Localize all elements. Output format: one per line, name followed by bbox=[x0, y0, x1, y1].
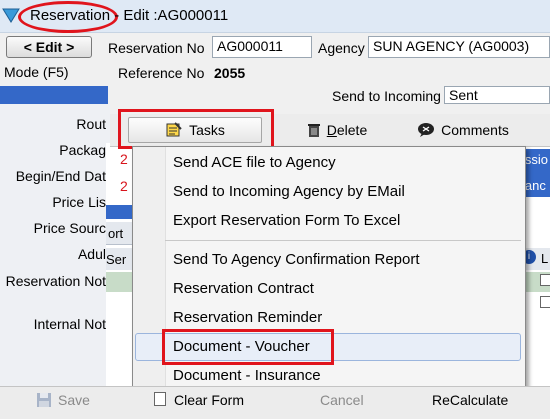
window-title: Reservation - Edit :AG000011 bbox=[30, 7, 229, 24]
reference-no-value: 2055 bbox=[214, 65, 246, 81]
cancel-button[interactable]: Cancel bbox=[320, 392, 364, 408]
menu-item-agency-confirmation[interactable]: Send To Agency Confirmation Report bbox=[173, 251, 420, 268]
row-checkbox-2[interactable] bbox=[540, 296, 550, 308]
price-source-label: Price Sourc bbox=[33, 220, 106, 236]
tasks-highlight bbox=[118, 109, 274, 149]
save-button[interactable]: Save bbox=[36, 392, 90, 408]
incoming-label: Send to Incoming bbox=[332, 88, 441, 104]
sort-text: ort bbox=[108, 226, 124, 241]
row-checkbox-1[interactable] bbox=[540, 274, 550, 286]
begin-end-date-label: Begin/End Dat bbox=[15, 168, 106, 184]
comments-button[interactable]: Comments bbox=[406, 117, 520, 143]
route-label: Rout bbox=[76, 116, 106, 132]
delete-label: Delete bbox=[326, 122, 368, 138]
incoming-field[interactable]: Sent bbox=[444, 86, 550, 104]
red-value-1: 2 bbox=[120, 151, 128, 167]
menu-item-reservation-reminder[interactable]: Reservation Reminder bbox=[173, 309, 322, 326]
menu-item-document-insurance[interactable]: Document - Insurance bbox=[173, 367, 321, 384]
reference-no-label: Reference No bbox=[118, 65, 205, 81]
internal-note-label: Internal Not bbox=[33, 316, 106, 332]
menu-item-export-excel[interactable]: Export Reservation Form To Excel bbox=[173, 212, 400, 229]
save-label: Save bbox=[58, 392, 90, 408]
adult-label: Adul bbox=[77, 246, 106, 262]
clear-form-icon bbox=[154, 392, 166, 406]
delete-button[interactable]: Delete bbox=[274, 117, 400, 143]
mode-label: Mode (F5) bbox=[4, 64, 69, 80]
reservation-note-label: Reservation Not bbox=[5, 273, 106, 289]
menu-item-reservation-contract[interactable]: Reservation Contract bbox=[173, 280, 314, 297]
recalculate-button[interactable]: ReCalculate bbox=[432, 392, 508, 408]
comments-label: Comments bbox=[441, 122, 509, 138]
comments-icon bbox=[418, 123, 435, 137]
clear-form-button[interactable]: Clear Form bbox=[174, 392, 244, 408]
agency-field[interactable]: SUN AGENCY (AG0003) bbox=[368, 36, 550, 58]
floppy-disk-icon bbox=[37, 393, 51, 407]
voucher-highlight bbox=[162, 329, 334, 365]
menu-item-send-incoming-email[interactable]: Send to Incoming Agency by EMail bbox=[173, 183, 405, 200]
edit-mode-button[interactable]: < Edit > bbox=[6, 36, 92, 58]
agency-label: Agency bbox=[318, 40, 365, 56]
trash-icon bbox=[307, 124, 320, 137]
ser-text: Ser bbox=[106, 252, 127, 267]
price-list-label: Price Lis bbox=[52, 194, 106, 210]
reservation-no-field[interactable]: AG000011 bbox=[212, 36, 312, 58]
package-label: Packag bbox=[59, 142, 106, 158]
red-value-2: 2 bbox=[120, 178, 128, 194]
menu-separator bbox=[165, 240, 521, 241]
reservation-no-label: Reservation No bbox=[108, 40, 205, 56]
menu-item-send-ace-file[interactable]: Send ACE file to Agency bbox=[173, 154, 336, 171]
l-header-text: L bbox=[541, 251, 549, 266]
